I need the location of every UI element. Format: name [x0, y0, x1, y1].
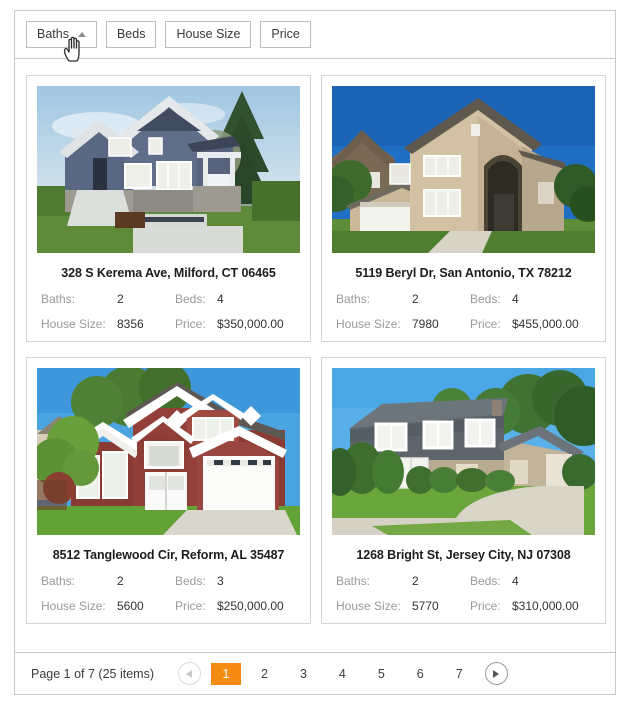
price-value: $310,000.00 — [512, 599, 579, 613]
sort-ascending-icon — [77, 32, 86, 37]
listing-photo-blue-craftsman-house — [37, 86, 300, 253]
sort-button-price-label: Price — [271, 27, 300, 42]
listing-specs: Baths: 2 Beds: 4 House Size: 8356 Price:… — [37, 292, 300, 331]
listings-panel: 328 S Kerema Ave, Milford, CT 06465 Bath… — [14, 58, 616, 653]
beds-value: 4 — [217, 292, 224, 306]
beds-value: 4 — [512, 574, 519, 588]
page-button-4[interactable]: 4 — [332, 663, 353, 684]
baths-value: 2 — [117, 574, 124, 588]
sort-button-beds-label: Beds — [116, 27, 146, 42]
page-button-2[interactable]: 2 — [254, 663, 275, 684]
baths-value: 2 — [412, 292, 419, 306]
house-size-value: 5600 — [117, 599, 144, 613]
beds-label: Beds: — [175, 574, 206, 588]
price-value: $250,000.00 — [217, 599, 284, 613]
house-size-label: House Size: — [41, 317, 106, 331]
listing-address: 328 S Kerema Ave, Milford, CT 06465 — [61, 266, 276, 280]
house-size-value: 7980 — [412, 317, 439, 331]
baths-label: Baths: — [336, 292, 371, 306]
baths-label: Baths: — [336, 574, 371, 588]
house-size-label: House Size: — [336, 317, 401, 331]
house-size-value: 5770 — [412, 599, 439, 613]
baths-value: 2 — [412, 574, 419, 588]
sort-button-house-size-label: House Size — [176, 27, 241, 42]
page-button-6[interactable]: 6 — [410, 663, 431, 684]
listing-address: 1268 Bright St, Jersey City, NJ 07308 — [356, 548, 571, 562]
sort-button-house-size[interactable]: House Size — [165, 21, 252, 48]
listing-card[interactable]: 328 S Kerema Ave, Milford, CT 06465 Bath… — [26, 75, 311, 342]
page-list: 1 2 3 4 5 6 7 — [172, 662, 514, 685]
house-size-label: House Size: — [336, 599, 401, 613]
sort-toolbar: Baths Beds House Size Price — [14, 10, 616, 58]
listing-address: 8512 Tanglewood Cir, Reform, AL 35487 — [52, 548, 285, 562]
house-size-label: House Size: — [41, 599, 106, 613]
price-label: Price: — [470, 599, 501, 613]
sort-button-price[interactable]: Price — [260, 21, 311, 48]
chevron-left-icon — [186, 669, 193, 678]
beds-value: 4 — [512, 292, 519, 306]
baths-label: Baths: — [41, 574, 76, 588]
price-label: Price: — [175, 317, 206, 331]
sort-button-baths-label: Baths — [37, 27, 69, 42]
price-label: Price: — [175, 599, 206, 613]
listings-grid: 328 S Kerema Ave, Milford, CT 06465 Bath… — [26, 75, 606, 624]
price-value: $455,000.00 — [512, 317, 579, 331]
listing-address: 5119 Beryl Dr, San Antonio, TX 78212 — [355, 266, 572, 280]
chevron-right-icon — [493, 669, 500, 678]
listing-card[interactable]: 1268 Bright St, Jersey City, NJ 07308 Ba… — [321, 357, 606, 624]
baths-label: Baths: — [41, 292, 76, 306]
page-info: Page 1 of 7 (25 items) — [31, 666, 154, 681]
pagination-bar: Page 1 of 7 (25 items) 1 2 3 4 5 6 7 — [14, 653, 616, 695]
page-button-7[interactable]: 7 — [449, 663, 470, 684]
price-label: Price: — [470, 317, 501, 331]
page-button-3[interactable]: 3 — [293, 663, 314, 684]
sort-button-beds[interactable]: Beds — [105, 21, 157, 48]
beds-label: Beds: — [175, 292, 206, 306]
listing-photo-tan-brick-two-story-house — [332, 86, 595, 253]
previous-page-button[interactable] — [177, 662, 201, 685]
listing-specs: Baths: 2 Beds: 3 House Size: 5600 Price:… — [37, 574, 300, 613]
listing-photo-grey-mansard-roof-house — [332, 368, 595, 535]
beds-value: 3 — [217, 574, 224, 588]
price-value: $350,000.00 — [217, 317, 284, 331]
listing-card[interactable]: 8512 Tanglewood Cir, Reform, AL 35487 Ba… — [26, 357, 311, 624]
beds-label: Beds: — [470, 292, 501, 306]
house-size-value: 8356 — [117, 317, 144, 331]
page-button-1[interactable]: 1 — [210, 662, 241, 685]
sort-button-baths[interactable]: Baths — [26, 21, 97, 48]
real-estate-listing-app: Baths Beds House Size Price 328 S Kerema… — [0, 0, 630, 705]
listing-photo-red-brick-house-white-trim — [37, 368, 300, 535]
page-button-5[interactable]: 5 — [371, 663, 392, 684]
baths-value: 2 — [117, 292, 124, 306]
listing-specs: Baths: 2 Beds: 4 House Size: 5770 Price:… — [332, 574, 595, 613]
next-page-button[interactable] — [484, 662, 508, 685]
listing-specs: Baths: 2 Beds: 4 House Size: 7980 Price:… — [332, 292, 595, 331]
listing-card[interactable]: 5119 Beryl Dr, San Antonio, TX 78212 Bat… — [321, 75, 606, 342]
beds-label: Beds: — [470, 574, 501, 588]
